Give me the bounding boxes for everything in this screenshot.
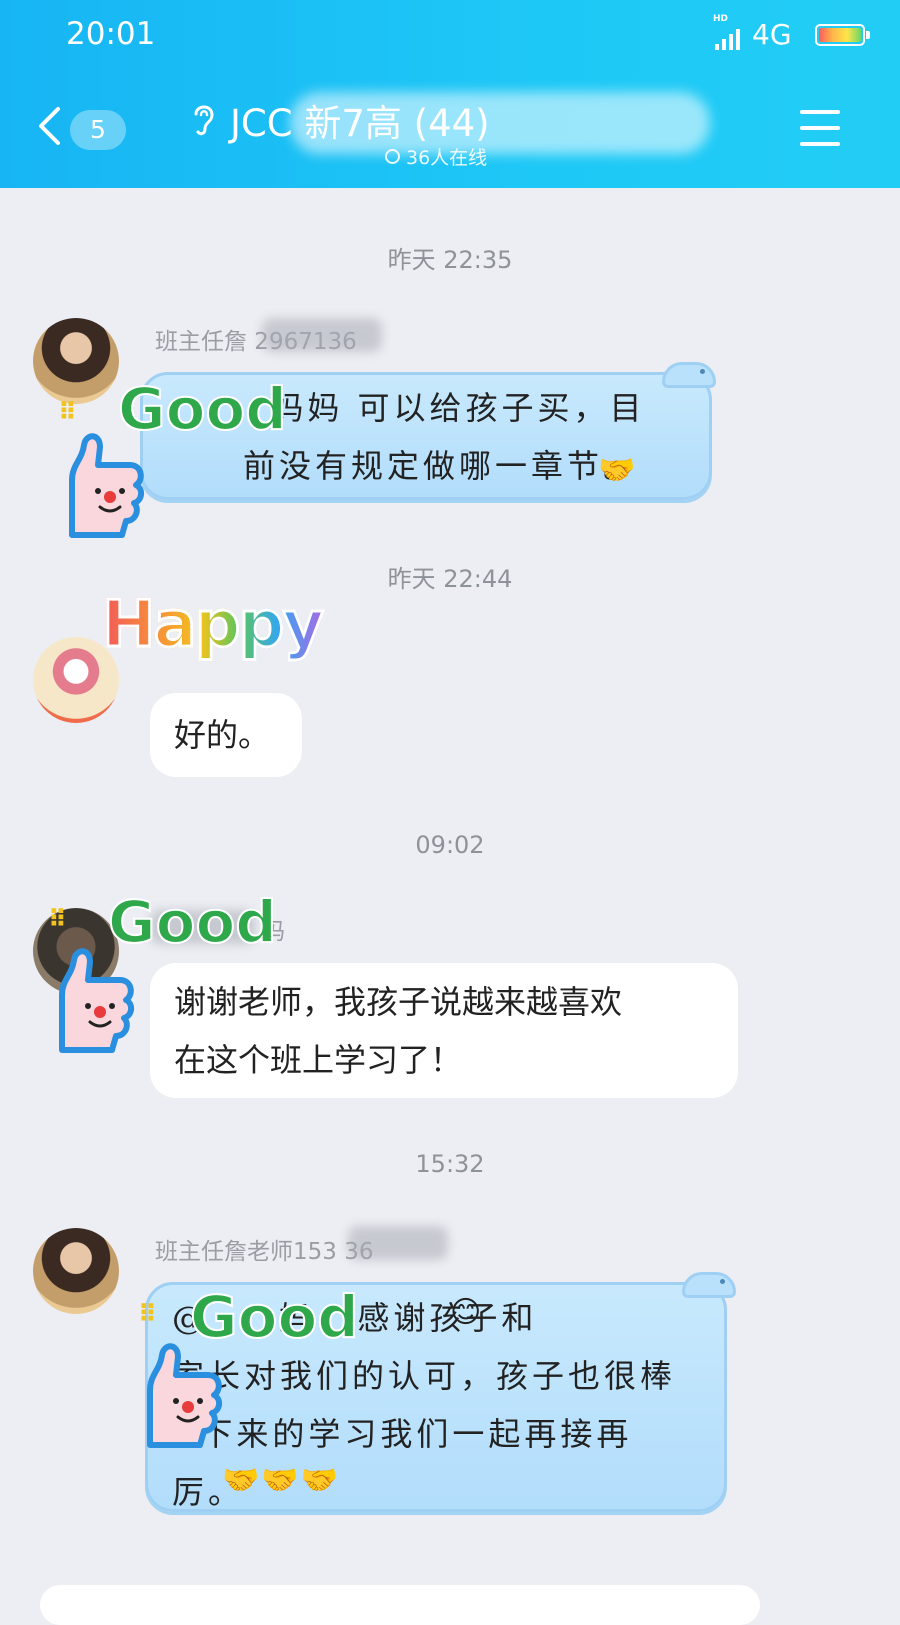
sender-redaction (348, 1226, 448, 1260)
battery-icon (815, 24, 870, 46)
message-timestamp: 昨天 22:35 (387, 246, 513, 274)
title-redaction (290, 92, 710, 154)
message-text: 谢谢老师，我孩子说越来越喜欢 在这个班上学习了！ (174, 983, 623, 1079)
bubble-whale-icon (662, 362, 716, 388)
message-text: 妈妈 可以给孩子买，目 前没有规定做哪一章节。 (243, 389, 646, 485)
message-bubble[interactable]: 好的。 (150, 693, 302, 777)
network-type: 4G (752, 18, 792, 51)
thumbs-up-bunny-icon (147, 1343, 222, 1448)
back-arrow-icon[interactable] (36, 106, 62, 146)
sparkle-icon: ⠿ (58, 398, 77, 426)
message-bubble[interactable]: 谢谢老师，我孩子说越来越喜欢 在这个班上学习了！ (150, 963, 738, 1098)
ear-icon (194, 105, 214, 136)
handshake-emoji: 🤝🤝🤝 (222, 1463, 341, 1498)
handshake-emoji: 🤝 (598, 453, 636, 488)
thumbs-up-bunny-icon (69, 433, 144, 538)
menu-icon[interactable] (800, 110, 840, 146)
online-icon (385, 149, 400, 164)
sender-redaction (262, 318, 382, 352)
avatar[interactable] (33, 318, 119, 404)
message-text: 好的。 (174, 716, 271, 754)
message-timestamp: 15:32 (415, 1150, 485, 1178)
online-status: 36人在线 (385, 143, 487, 170)
status-time: 20:01 (66, 16, 156, 52)
happy-sticker-text: Happy (100, 587, 325, 664)
message-bubble-partial[interactable] (40, 1585, 760, 1625)
smile-emoji: 😊 (450, 1295, 482, 1330)
hd-indicator: HD (713, 14, 729, 24)
message-timestamp: 09:02 (415, 831, 485, 859)
happy-sticker: Happy (100, 587, 325, 664)
avatar[interactable] (33, 1228, 119, 1314)
sparkle-icon: ⠿ (48, 905, 67, 933)
sparkle-icon: ⠿ (138, 1300, 157, 1328)
online-count: 36人在线 (406, 147, 488, 169)
sender-name: 班主任詹老师153 36 (155, 1239, 374, 1265)
chat-header: 20:01 HD 4G 5 JCC 新7高 (44) 36人在线 (0, 0, 900, 188)
bubble-whale-icon (682, 1272, 736, 1298)
unread-count-badge[interactable]: 5 (70, 110, 126, 150)
signal-icon (715, 26, 740, 50)
thumbs-up-bunny-icon (59, 948, 134, 1053)
